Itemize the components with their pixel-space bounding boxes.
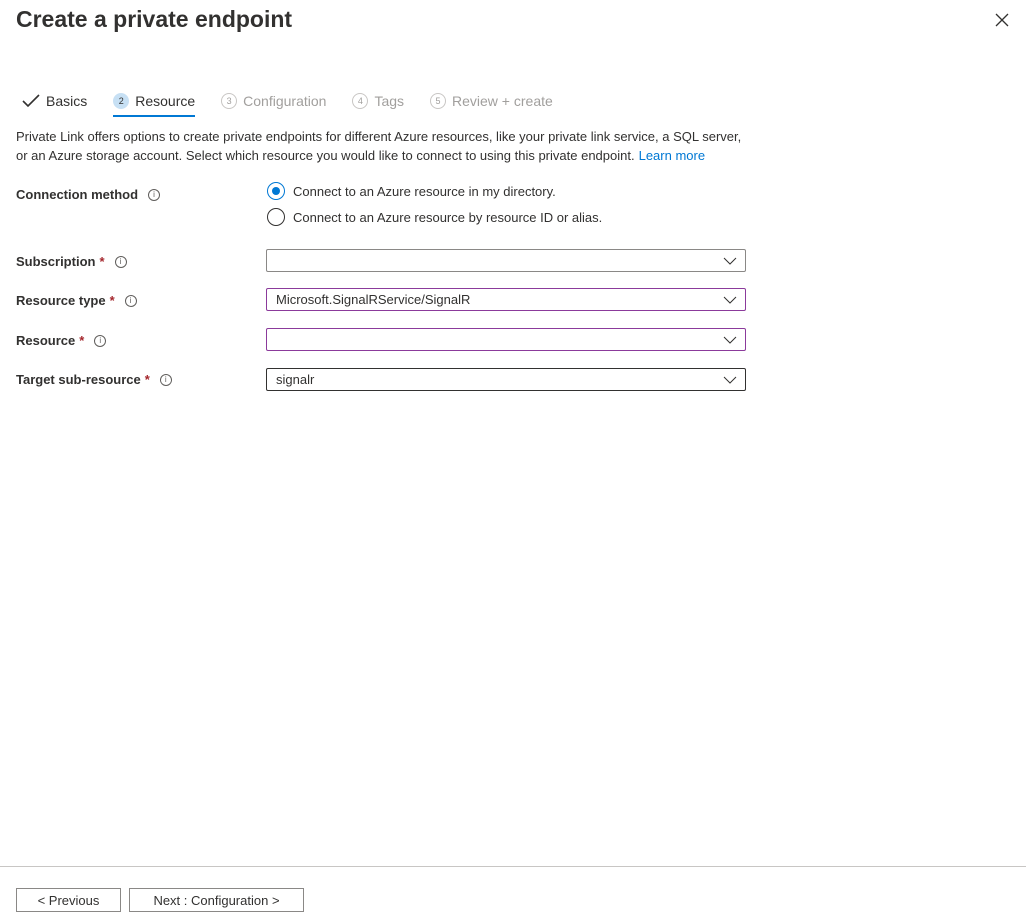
next-configuration-button[interactable]: Next : Configuration >	[129, 888, 304, 912]
step-number: 4	[352, 93, 369, 109]
tab-basics[interactable]: Basics	[22, 88, 87, 114]
label-text: Connection method	[16, 187, 139, 202]
checkmark-icon	[22, 94, 40, 108]
label-text: Target sub-resource	[16, 372, 141, 387]
tab-label: Tags	[374, 93, 405, 109]
chevron-down-icon	[723, 376, 737, 384]
close-icon[interactable]	[992, 10, 1012, 30]
radio-label: Connect to an Azure resource by resource…	[293, 209, 603, 225]
info-icon[interactable]: i	[94, 334, 107, 347]
dropdown-value: Microsoft.SignalRService/SignalR	[276, 292, 471, 307]
info-icon[interactable]: i	[114, 255, 127, 268]
connection-method-label: Connection method i	[16, 187, 161, 202]
page-title: Create a private endpoint	[16, 6, 293, 32]
required-mark: *	[144, 372, 150, 387]
target-sub-resource-dropdown[interactable]: signalr	[266, 368, 746, 391]
tab-label: Configuration	[243, 93, 327, 109]
target-sub-resource-label: Target sub-resource * i	[16, 372, 172, 387]
tab-resource[interactable]: 2 Resource	[113, 88, 196, 117]
radio-directory[interactable]: Connect to an Azure resource in my direc…	[267, 182, 556, 200]
tab-label: Basics	[46, 93, 88, 109]
step-number: 5	[430, 93, 447, 109]
tab-label: Resource	[135, 93, 196, 109]
required-mark: *	[109, 293, 115, 308]
chevron-down-icon	[723, 257, 737, 265]
learn-more-link[interactable]: Learn more	[639, 148, 705, 163]
resource-type-label: Resource type * i	[16, 293, 137, 308]
wizard-tabs: Basics 2 Resource 3 Configuration 4 Tags…	[22, 88, 579, 117]
tab-review-create[interactable]: 5 Review + create	[430, 88, 553, 114]
info-icon[interactable]: i	[159, 373, 172, 386]
resource-label: Resource * i	[16, 333, 107, 348]
chevron-down-icon	[723, 336, 737, 344]
resource-dropdown[interactable]	[266, 328, 746, 351]
subscription-dropdown[interactable]	[266, 249, 746, 272]
step-number: 3	[221, 93, 238, 109]
subscription-label: Subscription * i	[16, 254, 127, 269]
chevron-down-icon	[723, 296, 737, 304]
info-icon[interactable]: i	[124, 294, 137, 307]
required-mark: *	[79, 333, 85, 348]
resource-type-dropdown[interactable]: Microsoft.SignalRService/SignalR	[266, 288, 746, 311]
radio-selected-icon	[267, 182, 285, 200]
footer-divider	[0, 866, 1026, 867]
tab-tags[interactable]: 4 Tags	[352, 88, 404, 114]
tab-configuration[interactable]: 3 Configuration	[221, 88, 326, 114]
description-text: Private Link offers options to create pr…	[16, 129, 742, 163]
description: Private Link offers options to create pr…	[16, 127, 756, 165]
radio-unselected-icon	[267, 208, 285, 226]
dropdown-value: signalr	[276, 372, 315, 387]
info-icon[interactable]: i	[148, 188, 161, 201]
label-text: Resource type	[16, 293, 106, 308]
tab-label: Review + create	[452, 93, 553, 109]
radio-resource-id[interactable]: Connect to an Azure resource by resource…	[267, 208, 602, 226]
step-number: 2	[113, 93, 130, 109]
label-text: Resource	[16, 333, 76, 348]
previous-button[interactable]: < Previous	[16, 888, 121, 912]
required-mark: *	[99, 254, 105, 269]
radio-label: Connect to an Azure resource in my direc…	[293, 183, 556, 199]
label-text: Subscription	[16, 254, 96, 269]
